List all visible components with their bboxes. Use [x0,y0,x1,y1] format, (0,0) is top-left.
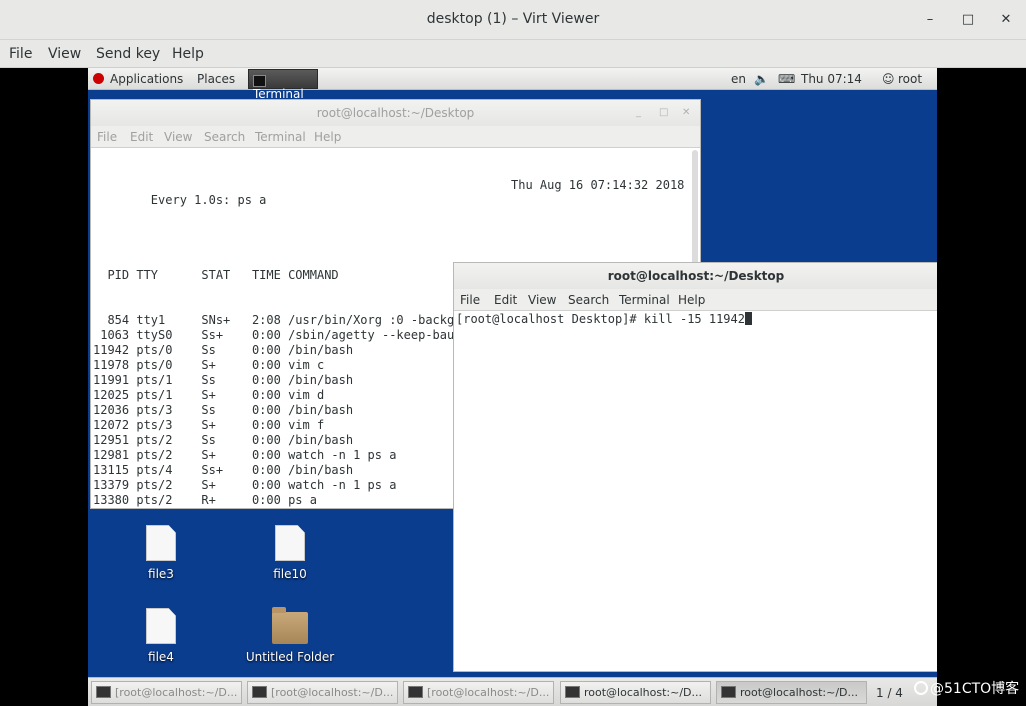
redhat-logo-icon [93,73,104,84]
terminal-maximize-button[interactable]: □ [659,107,668,118]
desktop-icon-file4[interactable]: file4 [116,608,206,664]
task-item-1[interactable]: [root@localhost:~/D... [91,681,242,704]
window-titlebar: desktop (1) – Virt Viewer – □ ✕ [0,0,1026,40]
task-label: [root@localhost:~/D... [115,686,238,699]
document-icon [146,608,176,644]
user-menu[interactable]: root [898,72,922,86]
terminal-menu-view[interactable]: View [528,293,556,307]
menu-file[interactable]: File [9,46,32,62]
guest-desktop[interactable]: Applications Places Terminal en 🔈 ⌨ Thu … [88,68,937,706]
clock[interactable]: Thu 07:14 [801,72,862,86]
watch-timestamp: Thu Aug 16 07:14:32 2018 [511,178,685,192]
menubar: File View Send key Help [0,40,1026,68]
desktop-icon-label: file10 [273,567,307,581]
minimize-button[interactable]: – [920,10,940,30]
maximize-button[interactable]: □ [958,10,978,30]
folder-icon [272,607,308,644]
task-label: [root@localhost:~/D... [427,686,550,699]
terminal-menu-help[interactable]: Help [314,130,341,144]
terminal-window-active[interactable]: root@localhost:~/Desktop File Edit View … [453,262,937,672]
terminal-launcher[interactable]: Terminal [248,69,318,101]
language-indicator[interactable]: en [731,72,746,86]
terminal-icon [721,686,736,698]
terminal-icon [252,686,267,698]
menu-view[interactable]: View [48,46,81,62]
terminal-menu-help[interactable]: Help [678,293,705,307]
terminal-prompt-line: [root@localhost Desktop]# kill -15 11942 [456,312,745,326]
watch-header: Every 1.0s: ps a [150,193,267,207]
task-label: root@localhost:~/D... [740,686,859,699]
task-label: root@localhost:~/D... [584,686,703,699]
terminal-menu-file[interactable]: File [460,293,480,307]
desktop-icon-file3[interactable]: file3 [116,525,206,581]
terminal-icon [253,74,266,87]
network-icon[interactable]: ⌨ [778,72,795,86]
terminal-menu-view[interactable]: View [164,130,192,144]
volume-icon[interactable]: 🔈 [754,72,769,86]
window-list-taskbar: [root@localhost:~/D... [root@localhost:~… [88,677,937,706]
terminal-icon [565,686,580,698]
terminal-title: root@localhost:~/Desktop [91,100,700,126]
task-label: [root@localhost:~/D... [271,686,394,699]
terminal-close-button[interactable]: ✕ [682,107,690,118]
terminal-menu-search[interactable]: Search [204,130,245,144]
terminal-input-area[interactable]: [root@localhost Desktop]# kill -15 11942 [454,311,937,327]
task-item-5[interactable]: root@localhost:~/D... [716,681,867,704]
document-icon [146,525,176,561]
gnome-top-bar: Applications Places Terminal en 🔈 ⌨ Thu … [88,68,937,101]
task-item-2[interactable]: [root@localhost:~/D... [247,681,398,704]
terminal-menu-file[interactable]: File [97,130,117,144]
terminal-icon [96,686,111,698]
task-item-3[interactable]: [root@localhost:~/D... [403,681,554,704]
terminal-menu-terminal[interactable]: Terminal [255,130,306,144]
terminal-title: root@localhost:~/Desktop [454,263,937,289]
close-button[interactable]: ✕ [996,10,1016,30]
menu-send-key[interactable]: Send key [96,46,160,62]
terminal-minimize-button[interactable]: _ [636,107,641,118]
terminal-menu-edit[interactable]: Edit [130,130,153,144]
applications-menu[interactable]: Applications [110,72,183,86]
terminal-menubar: File Edit View Search Terminal Help [91,126,700,148]
document-icon [275,525,305,561]
window-title: desktop (1) – Virt Viewer [426,11,600,27]
workspace-pager[interactable]: 1 / 4 [876,686,903,700]
menu-help[interactable]: Help [172,46,204,62]
places-menu[interactable]: Places [197,72,235,86]
desktop-icon-label: file3 [148,567,174,581]
watermark-logo-icon [914,681,928,695]
desktop-icon-untitled-folder[interactable]: Untitled Folder [245,607,335,664]
terminal-menu-search[interactable]: Search [568,293,609,307]
watermark: @51CTO博客 [914,678,1019,698]
user-icon: ☺ [882,72,895,86]
watermark-text: @51CTO博客 [930,681,1020,697]
task-item-4[interactable]: root@localhost:~/D... [560,681,711,704]
desktop-icon-file10[interactable]: file10 [245,525,335,581]
terminal-menubar: File Edit View Search Terminal Help [454,289,937,311]
desktop-icon-label: file4 [148,650,174,664]
terminal-icon [408,686,423,698]
text-cursor [744,312,752,325]
terminal-menu-edit[interactable]: Edit [494,293,517,307]
terminal-menu-terminal[interactable]: Terminal [619,293,670,307]
desktop-icon-label: Untitled Folder [245,650,335,664]
